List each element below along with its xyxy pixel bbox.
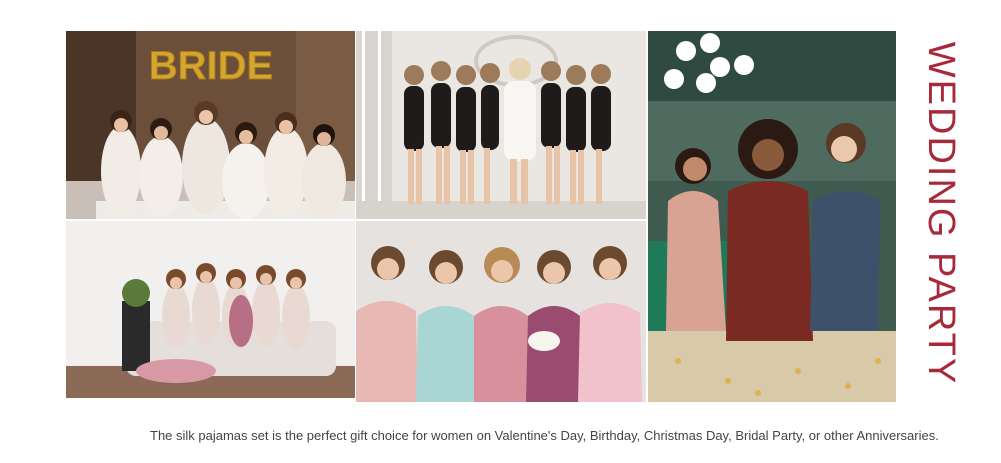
photo-bride-balloons: BRIDE	[66, 31, 355, 219]
product-caption: The silk pajamas set is the perfect gift…	[150, 428, 939, 443]
wedding-party-heading-text: WEDDING PARTY	[920, 41, 963, 385]
photo-women-on-couch	[66, 221, 355, 398]
photo-group-black-white	[356, 31, 646, 219]
wedding-party-heading: WEDDING PARTY	[912, 36, 970, 390]
bride-balloon-letters: BRIDE	[149, 44, 273, 88]
photo-three-women-satin	[648, 31, 896, 402]
photo-laughing-women	[356, 221, 646, 402]
